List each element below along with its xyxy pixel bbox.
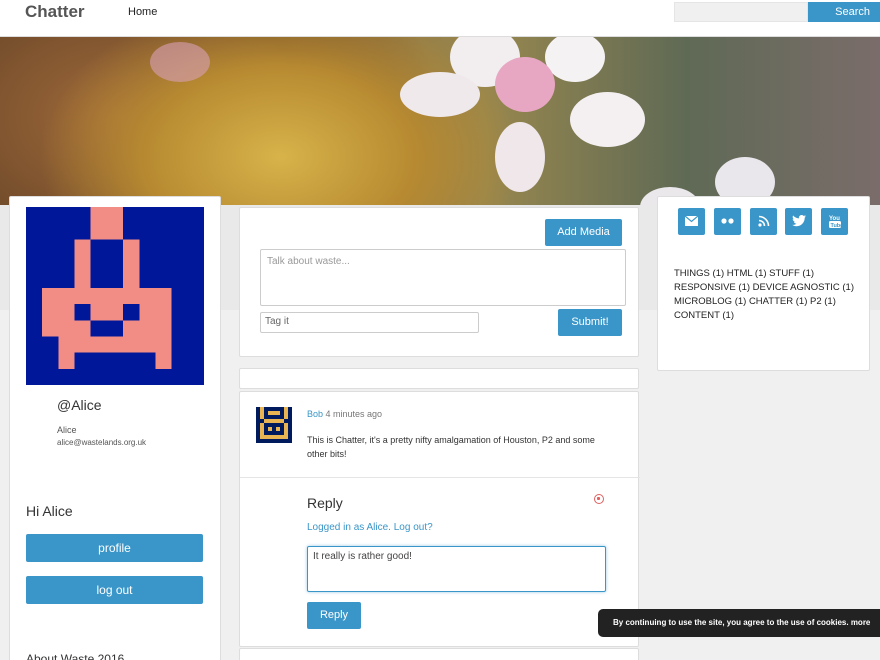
brand-logo[interactable]: Chatter <box>25 2 85 22</box>
profile-handle: @Alice <box>57 397 102 413</box>
hero-blur-blossom <box>150 42 210 82</box>
divider <box>240 477 640 478</box>
tag-input[interactable]: Tag it <box>260 312 479 333</box>
post-body: This is Chatter, it's a pretty nifty ama… <box>307 435 595 459</box>
reply-textarea[interactable]: It really is rather good! <box>307 546 606 592</box>
post-author-link[interactable]: Bob <box>307 409 323 419</box>
logged-in-link[interactable]: Logged in as Alice. Log out? <box>307 522 433 533</box>
greeting: Hi Alice <box>26 503 73 519</box>
next-post-card <box>239 648 639 660</box>
rss-icon[interactable] <box>750 208 777 235</box>
search-input[interactable] <box>674 2 808 22</box>
feed-filter-bar <box>239 368 639 389</box>
twitter-icon[interactable] <box>785 208 812 235</box>
hero-petal <box>400 72 480 117</box>
top-navbar: Chatter Home Search <box>0 0 880 37</box>
submit-button[interactable]: Submit! <box>558 309 622 336</box>
youtube-icon[interactable]: YouTube <box>821 208 848 235</box>
logout-button[interactable]: log out <box>26 576 203 604</box>
hero-petal <box>570 92 645 147</box>
profile-panel: @Alice Alice alice@wastelands.org.uk Hi … <box>9 196 221 660</box>
profile-button[interactable]: profile <box>26 534 203 562</box>
profile-name: Alice <box>57 425 77 435</box>
reply-button[interactable]: Reply <box>307 602 361 629</box>
tag-cloud[interactable]: THINGS (1) HTML (1) STUFF (1) RESPONSIVE… <box>674 267 859 323</box>
cancel-reply-icon[interactable] <box>594 494 604 504</box>
identicon-avatar-large <box>26 207 204 385</box>
hero-petal <box>495 122 545 192</box>
post-textarea[interactable]: Talk about waste... <box>260 249 626 306</box>
reply-heading: Reply <box>307 495 343 511</box>
hero-flower-center <box>495 57 555 112</box>
nav-home-link[interactable]: Home <box>128 6 157 18</box>
post-meta: Bob 4 minutes ago <box>307 409 382 419</box>
add-media-button[interactable]: Add Media <box>545 219 622 246</box>
sidebar-widgets: YouTube THINGS (1) HTML (1) STUFF (1) RE… <box>657 196 870 371</box>
post-composer: Add Media Talk about waste... Tag it Sub… <box>239 207 639 357</box>
hero-petal <box>545 37 605 82</box>
search-button[interactable]: Search <box>808 2 880 22</box>
identicon-avatar-small <box>256 407 292 443</box>
post-card: Bob 4 minutes ago This is Chatter, it's … <box>239 391 640 647</box>
post-time: 4 minutes ago <box>325 409 383 419</box>
profile-email: alice@wastelands.org.uk <box>57 438 147 447</box>
flickr-icon[interactable] <box>714 208 741 235</box>
svg-text:Tube: Tube <box>830 223 841 228</box>
cookie-notice[interactable]: By continuing to use the site, you agree… <box>598 609 880 637</box>
mail-icon[interactable] <box>678 208 705 235</box>
about-heading: About Waste 2016 <box>26 652 125 660</box>
